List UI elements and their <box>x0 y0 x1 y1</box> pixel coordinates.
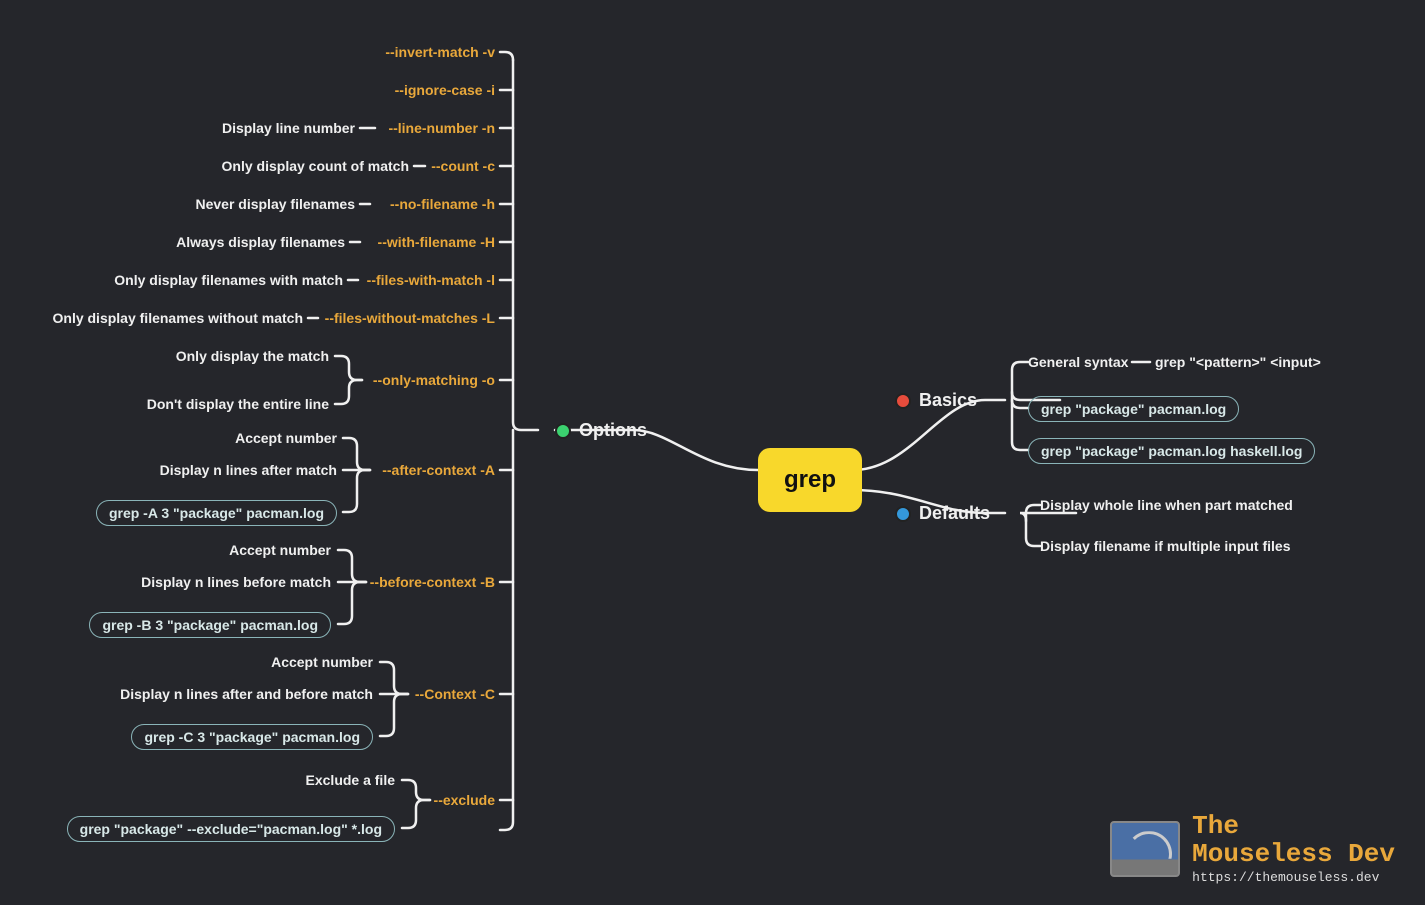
desc-only-matching-1: Only display the match <box>176 348 329 364</box>
flag-files-without-matches[interactable]: --files-without-matches -L <box>325 310 495 326</box>
flag-only-matching[interactable]: --only-matching -o <box>373 372 495 388</box>
flag-context[interactable]: --Context -C <box>415 686 495 702</box>
flag-line-number[interactable]: --line-number -n <box>388 120 495 136</box>
flag-before-context[interactable]: --before-context -B <box>370 574 495 590</box>
flag-files-with-match[interactable]: --files-with-match -l <box>367 272 495 288</box>
dot-icon <box>895 393 911 409</box>
desc-files-with-match: Only display filenames with match <box>114 272 343 288</box>
flag-after-context[interactable]: --after-context -A <box>382 462 495 478</box>
example-exclude: grep "package" --exclude="pacman.log" *.… <box>67 816 395 842</box>
flag-exclude[interactable]: --exclude <box>434 792 495 808</box>
desc-context-1: Accept number <box>271 654 373 670</box>
desc-files-without-matches: Only display filenames without match <box>53 310 304 326</box>
flag-ignore-case[interactable]: --ignore-case -i <box>395 82 495 98</box>
branch-options[interactable]: Options <box>555 420 647 441</box>
footer-logo: TheMouseless Dev https://themouseless.de… <box>1110 813 1395 885</box>
basics-syntax-value: grep "<pattern>" <input> <box>1155 354 1321 370</box>
root-label: grep <box>784 466 836 493</box>
dot-icon <box>895 506 911 522</box>
footer-url: https://themouseless.dev <box>1192 870 1395 885</box>
desc-line-number: Display line number <box>222 120 355 136</box>
flag-invert-match[interactable]: --invert-match -v <box>385 44 495 60</box>
desc-count: Only display count of match <box>222 158 409 174</box>
desc-only-matching-2: Don't display the entire line <box>147 396 329 412</box>
basics-syntax-label: General syntax <box>1028 354 1128 370</box>
basics-example-2: grep "package" pacman.log haskell.log <box>1028 438 1315 464</box>
example-after: grep -A 3 "package" pacman.log <box>96 500 337 526</box>
desc-after-1: Accept number <box>235 430 337 446</box>
desc-no-filename: Never display filenames <box>195 196 355 212</box>
desc-after-2: Display n lines after match <box>160 462 337 478</box>
desc-exclude: Exclude a file <box>306 772 395 788</box>
defaults-item-2: Display filename if multiple input files <box>1040 538 1291 554</box>
desc-with-filename: Always display filenames <box>176 234 345 250</box>
desc-before-2: Display n lines before match <box>141 574 331 590</box>
logo-icon <box>1110 821 1180 877</box>
flag-count[interactable]: --count -c <box>431 158 495 174</box>
root-node-grep[interactable]: grep <box>758 448 862 512</box>
desc-context-2: Display n lines after and before match <box>120 686 373 702</box>
example-before: grep -B 3 "package" pacman.log <box>89 612 331 638</box>
desc-before-1: Accept number <box>229 542 331 558</box>
example-context: grep -C 3 "package" pacman.log <box>131 724 373 750</box>
branch-basics[interactable]: Basics <box>895 390 977 411</box>
flag-no-filename[interactable]: --no-filename -h <box>390 196 495 212</box>
flag-with-filename[interactable]: --with-filename -H <box>378 234 495 250</box>
basics-example-1: grep "package" pacman.log <box>1028 396 1239 422</box>
defaults-item-1: Display whole line when part matched <box>1040 497 1293 513</box>
branch-defaults[interactable]: Defaults <box>895 503 990 524</box>
dot-icon <box>555 423 571 439</box>
